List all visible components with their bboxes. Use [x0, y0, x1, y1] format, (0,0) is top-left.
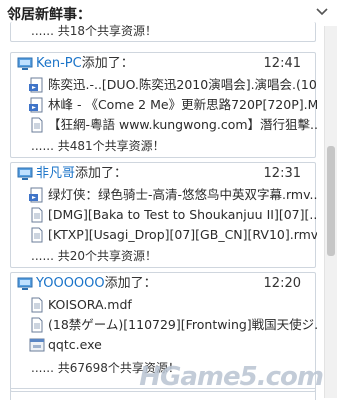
watermark: HGame5.com — [139, 362, 324, 392]
computer-icon — [17, 57, 33, 71]
video-file-icon — [29, 187, 45, 203]
document-file-icon — [29, 207, 45, 223]
post-action: 添加了： — [104, 276, 157, 291]
file-row[interactable]: [DMG][Baka to Test to Shoukanjuu II][07]… — [11, 205, 317, 225]
post-time: 12:20 — [263, 276, 301, 291]
post-action: 添加了： — [81, 56, 134, 71]
post-card: 非凡哥添加了： 12:31 绿灯侠：绿色骑士-高清-悠悠鸟中英双字幕.rmv..… — [10, 162, 317, 268]
file-row[interactable]: 陈奕迅.-..[DUO.陈奕迅2010演唱会].演唱会.(10... — [11, 75, 317, 95]
post-header: Ken-PC添加了： 12:41 — [11, 53, 315, 75]
executable-file-icon — [29, 337, 45, 353]
file-row[interactable]: qqtc.exe — [11, 335, 317, 355]
file-row[interactable]: 【狂網-粵語 www.kungwong.com】潛行狙擊... — [11, 115, 317, 135]
file-name: (18禁ゲーム)[110729][Frontwing]戦国天使ジ... — [48, 317, 317, 332]
computer-icon — [17, 277, 33, 291]
file-name: [DMG][Baka to Test to Shoukanjuu II][07]… — [48, 207, 317, 222]
video-file-icon — [29, 97, 45, 113]
computer-icon — [17, 167, 33, 181]
more-resources-link[interactable]: ...... 共481个共享资源！ — [31, 137, 165, 155]
video-file-icon — [29, 77, 45, 93]
file-name: 绿灯侠：绿色骑士-高清-悠悠鸟中英双字幕.rmv... — [48, 187, 317, 202]
file-row[interactable]: [KTXP][Usagi_Drop][07][GB_CN][RV10].rmvb — [11, 225, 317, 245]
document-file-icon — [29, 117, 45, 133]
neighbor-news-panel: 邻居新鲜事： ...... 共18个共享资源！ Ken-PC添加了： 12:41… — [0, 0, 337, 400]
file-name: qqtc.exe — [48, 337, 102, 352]
post-card: Ken-PC添加了： 12:41 陈奕迅.-..[DUO.陈奕迅2010演唱会]… — [10, 52, 317, 158]
document-file-icon — [29, 297, 45, 313]
post-action: 添加了： — [75, 166, 128, 181]
post-time: 12:41 — [263, 56, 301, 71]
file-name: [KTXP][Usagi_Drop][07][GB_CN][RV10].rmvb — [48, 227, 317, 242]
post-username[interactable]: 非凡哥 — [36, 166, 75, 181]
post-username[interactable]: YOOOOOO — [36, 276, 105, 291]
previous-post-card: ...... 共18个共享资源！ — [10, 22, 316, 42]
file-name: 陈奕迅.-..[DUO.陈奕迅2010演唱会].演唱会.(10... — [48, 77, 317, 92]
file-row[interactable]: KOISORA.mdf — [11, 295, 317, 315]
file-name: 【狂網-粵語 www.kungwong.com】潛行狙擊... — [48, 117, 317, 132]
post-username[interactable]: Ken-PC — [36, 56, 82, 71]
post-header: 非凡哥添加了： 12:31 — [11, 163, 315, 185]
post-time: 12:31 — [263, 166, 301, 181]
document-file-icon — [29, 317, 45, 333]
more-resources-link[interactable]: ...... 共20个共享资源！ — [31, 247, 157, 265]
scrollbar-thumb[interactable] — [327, 146, 335, 256]
more-resources-link[interactable]: ...... 共18个共享资源！ — [31, 22, 157, 40]
feed-scrollbar[interactable] — [324, 26, 337, 398]
file-row[interactable]: 绿灯侠：绿色骑士-高清-悠悠鸟中英双字幕.rmv... — [11, 185, 317, 205]
collapse-chevron-icon[interactable] — [316, 8, 328, 16]
file-name: 林峰 - 《Come 2 Me》更新思路720P[720P].M... — [48, 97, 317, 112]
file-name: KOISORA.mdf — [48, 297, 132, 312]
file-row[interactable]: 林峰 - 《Come 2 Me》更新思路720P[720P].M... — [11, 95, 317, 115]
file-row[interactable]: (18禁ゲーム)[110729][Frontwing]戦国天使ジ... — [11, 315, 317, 335]
post-header: YOOOOOO添加了： 12:20 — [11, 273, 315, 295]
document-file-icon — [29, 227, 45, 243]
